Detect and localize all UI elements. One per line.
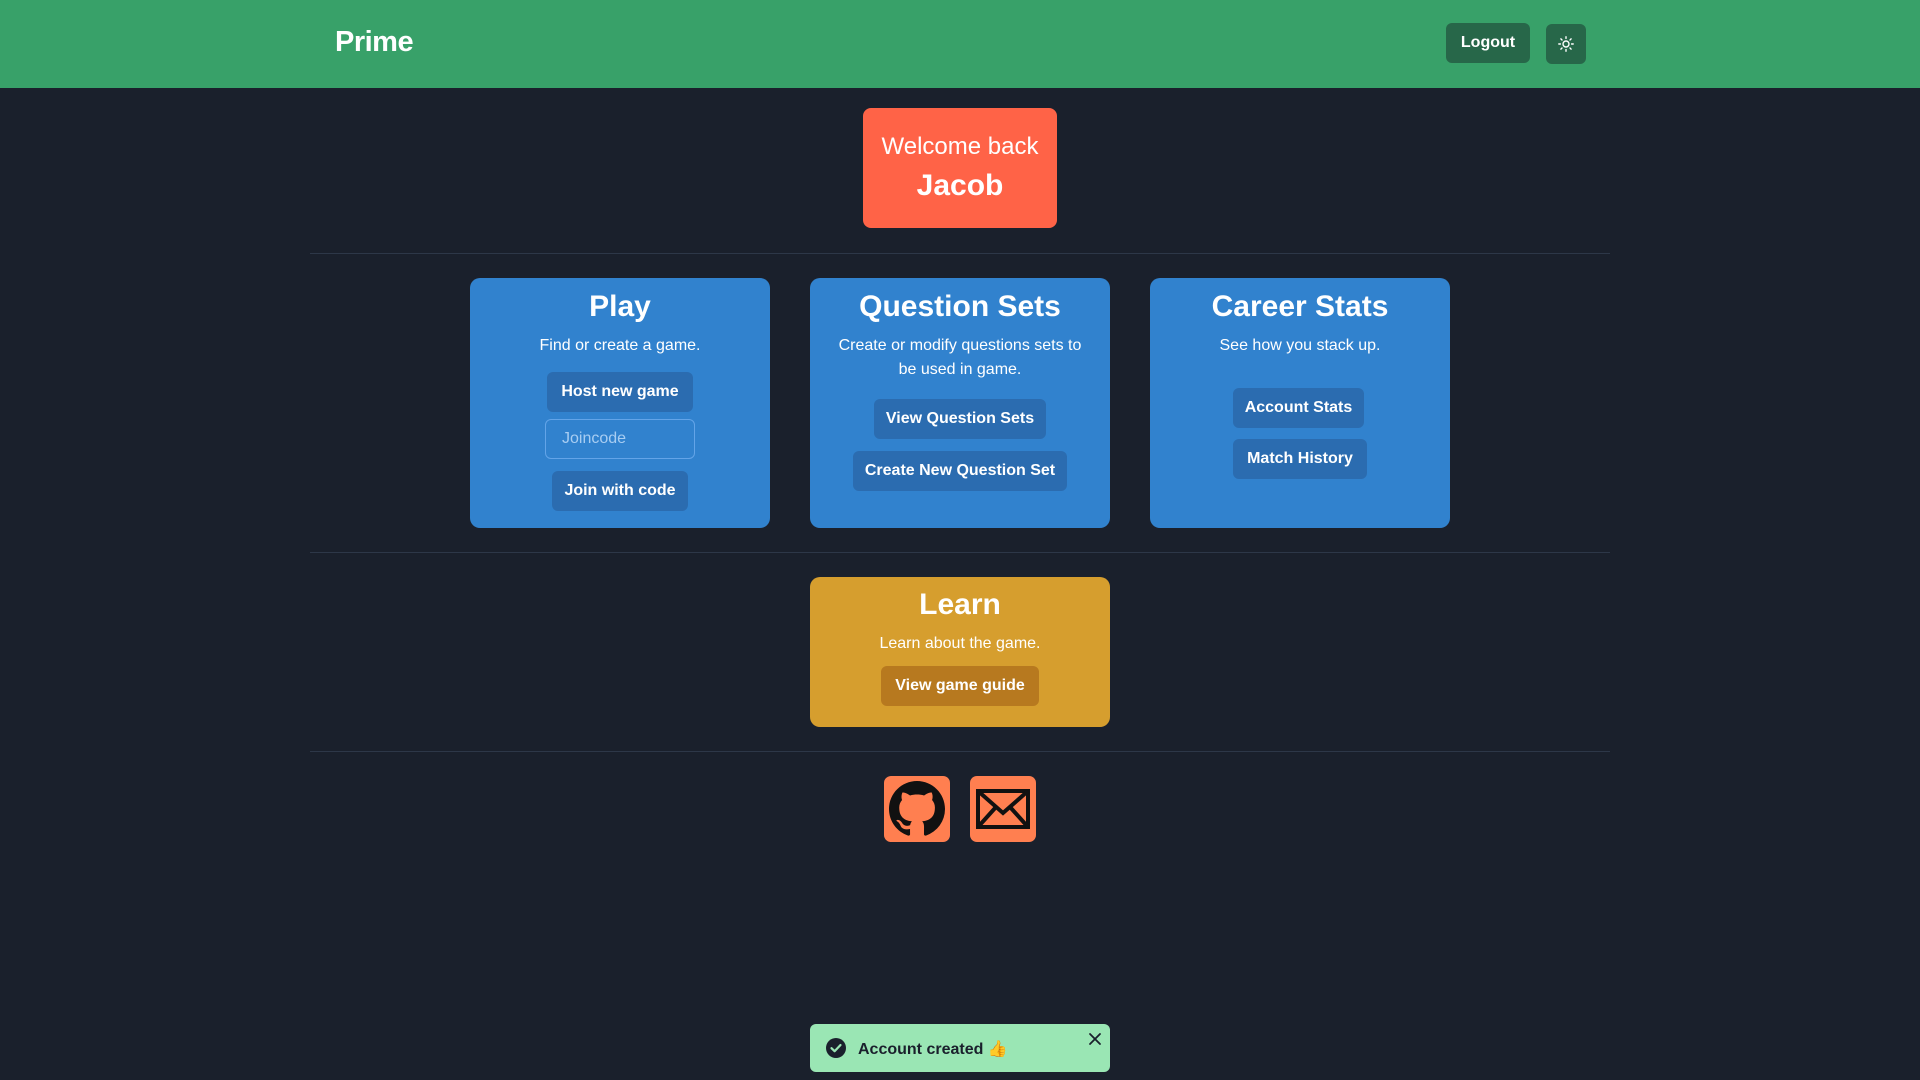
question-sets-description-line2: be used in game.	[898, 361, 1022, 378]
logout-button[interactable]: Logout	[1446, 23, 1530, 63]
close-icon[interactable]	[1088, 1032, 1102, 1046]
divider	[310, 552, 1610, 553]
sun-icon	[1558, 36, 1574, 52]
learn-description: Learn about the game.	[879, 635, 1041, 652]
career-stats-title: Career Stats	[1211, 290, 1389, 323]
joincode-input[interactable]	[545, 419, 695, 459]
play-description: Find or create a game.	[539, 337, 701, 354]
learn-card: Learn Learn about the game. View game gu…	[810, 577, 1110, 727]
divider	[310, 751, 1610, 752]
question-sets-description-line1: Create or modify questions sets to	[838, 337, 1082, 354]
career-stats-description: See how you stack up.	[1219, 337, 1381, 354]
play-title: Play	[589, 290, 651, 323]
thumbs-up-emoji: 👍	[987, 1041, 1008, 1058]
question-sets-title: Question Sets	[859, 290, 1061, 323]
divider	[310, 253, 1610, 254]
github-icon	[889, 781, 945, 836]
email-link[interactable]	[970, 776, 1036, 842]
question-sets-card: Question Sets Create or modify questions…	[810, 278, 1110, 528]
learn-title: Learn	[919, 588, 1001, 621]
check-circle-icon	[826, 1038, 846, 1058]
brand-logo[interactable]: Prime	[335, 26, 414, 59]
mail-icon	[976, 789, 1030, 829]
toast-notification: Account created 👍	[810, 1024, 1110, 1072]
welcome-banner: Welcome back Jacob	[863, 108, 1057, 228]
career-stats-card: Career Stats See how you stack up. Accou…	[1150, 278, 1450, 528]
user-name: Jacob	[916, 169, 1004, 202]
view-game-guide-button[interactable]: View game guide	[881, 666, 1039, 706]
match-history-button[interactable]: Match History	[1233, 439, 1367, 479]
toast-message: Account created	[858, 1041, 984, 1058]
join-with-code-button[interactable]: Join with code	[552, 471, 688, 511]
welcome-text: Welcome back	[881, 133, 1039, 160]
account-stats-button[interactable]: Account Stats	[1233, 388, 1364, 428]
theme-toggle-button[interactable]	[1546, 24, 1586, 64]
host-new-game-button[interactable]: Host new game	[547, 372, 693, 412]
create-question-set-button[interactable]: Create New Question Set	[853, 451, 1067, 491]
top-nav-bar: Prime Logout	[0, 0, 1920, 88]
toast-message-wrap: Account created 👍	[858, 1039, 1008, 1059]
github-link[interactable]	[884, 776, 950, 842]
view-question-sets-button[interactable]: View Question Sets	[874, 399, 1046, 439]
play-card: Play Find or create a game. Host new gam…	[470, 278, 770, 528]
